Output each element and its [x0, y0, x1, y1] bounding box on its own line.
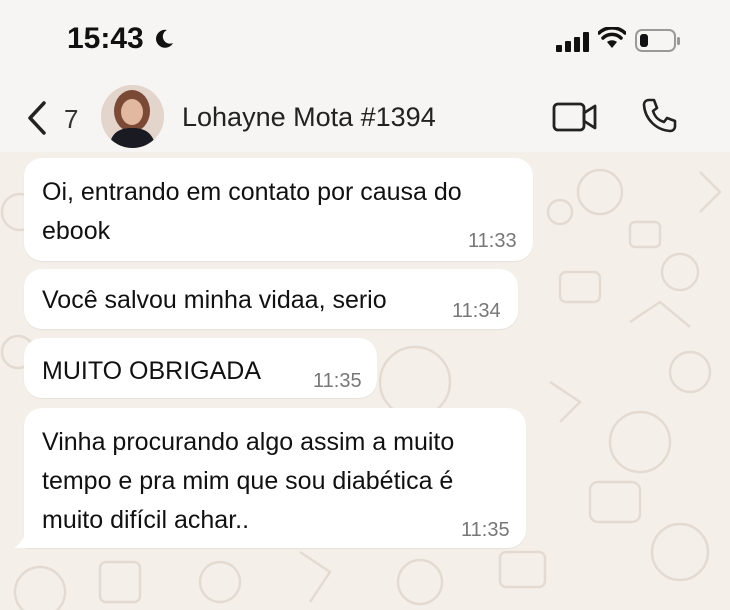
- message-time: 11:35: [461, 519, 510, 541]
- message-text: MUITO OBRIGADA: [42, 357, 262, 385]
- signal-icon: [556, 32, 589, 52]
- message-time: 11:35: [313, 370, 362, 392]
- message-time: 11:34: [452, 300, 501, 322]
- unread-count[interactable]: 7: [64, 104, 78, 135]
- message-time: 11:33: [468, 230, 517, 252]
- moon-icon: [156, 29, 173, 48]
- message-text: ebook: [42, 217, 111, 245]
- bubble-tail: [14, 532, 32, 548]
- message-text: Você salvou minha vidaa, serio: [42, 286, 387, 314]
- message-text: tempo e pra mim que sou diabética é: [42, 467, 454, 495]
- back-chevron-icon[interactable]: [24, 100, 50, 136]
- status-time: 15:43: [67, 22, 144, 55]
- chat-area[interactable]: Oi, entrando em contato por causa do ebo…: [0, 152, 730, 610]
- message-text: Vinha procurando algo assim a muito: [42, 428, 455, 456]
- avatar[interactable]: [101, 85, 164, 148]
- battery-icon: [635, 29, 680, 52]
- wifi-icon: [598, 27, 626, 48]
- phone-call-icon[interactable]: [640, 97, 678, 135]
- contact-name[interactable]: Lohayne Mota #1394: [182, 102, 436, 133]
- video-call-icon[interactable]: [552, 101, 598, 133]
- message-text: Oi, entrando em contato por causa do: [42, 178, 462, 206]
- message-text: muito difícil achar..: [42, 506, 250, 534]
